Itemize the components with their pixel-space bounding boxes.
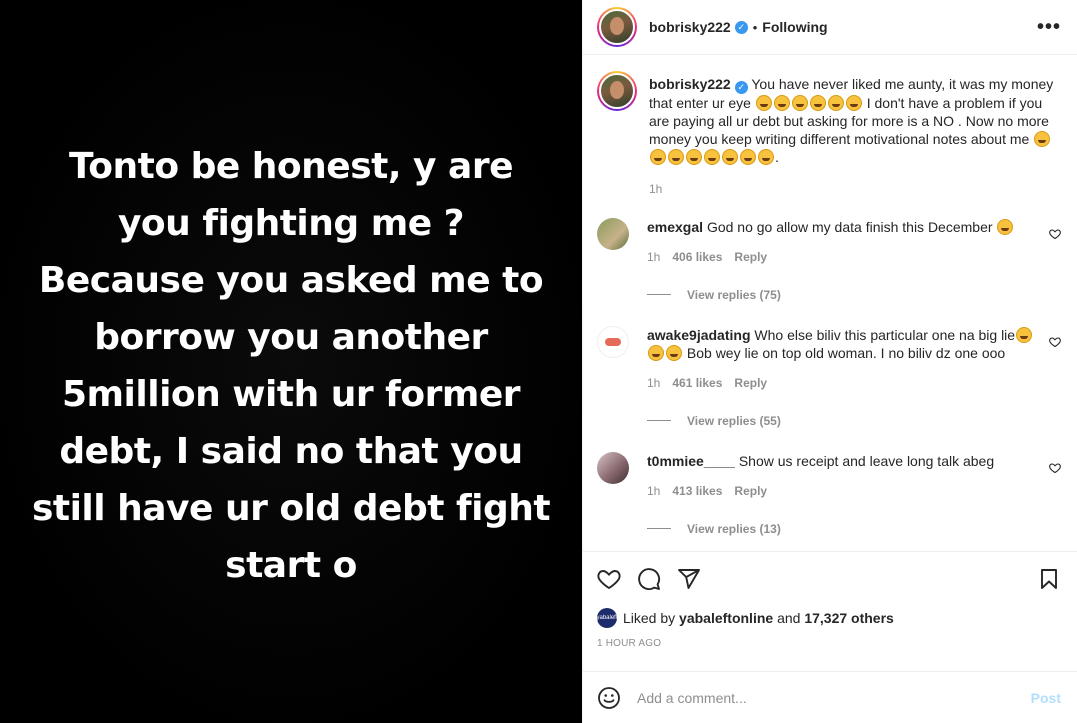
following-button[interactable]: Following [762,19,827,35]
add-comment-input[interactable] [637,689,1031,706]
view-replies-button[interactable]: View replies (13) [647,522,1061,536]
share-paper-plane-icon[interactable] [677,567,701,591]
comment-time[interactable]: 1h [647,248,660,266]
comment-username[interactable]: t0mmiee____ [647,453,735,469]
laughing-emoji-icon [755,94,863,111]
verified-badge-icon: ✓ [734,20,748,34]
add-comment-bar: Post [583,671,1077,723]
like-comment-heart-icon[interactable] [1049,228,1061,240]
more-options-icon[interactable]: ••• [1037,17,1061,37]
likes-summary: yabaleft Liked by yabaleftonline and 17,… [597,608,1061,628]
comment-text: God no go allow my data finish this Dece… [706,218,993,235]
author-avatar[interactable] [597,7,637,47]
post-caption: bobrisky222 ✓ You have never liked me aun… [597,71,1061,196]
verified-badge-icon: ✓ [734,80,748,94]
comment-bubble-icon[interactable] [637,567,661,591]
brand-logo-icon [605,337,621,346]
view-replies-button[interactable]: View replies (55) [647,414,1061,428]
comments-section[interactable]: bobrisky222 ✓ You have never liked me aun… [583,55,1077,551]
reply-button[interactable]: Reply [734,248,767,266]
comment-username[interactable]: awake9jadating [647,327,751,343]
post-sidebar: bobrisky222 ✓ • Following ••• bobrisky22… [582,0,1077,723]
post-comment-button[interactable]: Post [1031,690,1061,706]
like-heart-icon[interactable] [597,567,621,591]
commenter-avatar[interactable] [597,217,629,250]
comment-meta: 1h 413 likes Reply [647,482,1037,500]
comment-item: t0mmiee____ Show us receipt and leave lo… [597,451,1061,536]
post-image[interactable]: Tonto be honest, y are you fighting me ?… [0,0,582,723]
comment-meta: 1h 406 likes Reply [647,248,1037,266]
view-replies-label: View replies (75) [687,287,781,302]
comment-username[interactable]: emexgal [647,219,703,235]
save-bookmark-icon[interactable] [1037,567,1061,591]
action-icons [597,564,1061,594]
comment-time[interactable]: 1h [647,482,660,500]
post-actions: yabaleft Liked by yabaleftonline and 17,… [583,551,1077,671]
view-replies-button[interactable]: View replies (75) [647,288,1061,302]
comment-time[interactable]: 1h [647,374,660,392]
divider [647,528,671,529]
post-time-ago[interactable]: 1 HOUR AGO [597,638,1061,649]
caption-username[interactable]: bobrisky222 [649,76,731,92]
comment-likes[interactable]: 461 likes [672,374,722,392]
reply-button[interactable]: Reply [734,482,767,500]
caption-time: 1h [649,181,663,196]
liker-username[interactable]: yabaleftonline [679,610,773,626]
likes-middle: and [777,610,801,626]
caption-text-part3: . [775,148,779,165]
liker-avatar[interactable]: yabaleft [597,608,618,628]
likes-prefix: Liked by [623,610,676,626]
separator-dot: • [752,19,758,35]
likes-others-link[interactable]: 17,327 others [804,610,894,626]
laughing-emoji-icon [996,218,1014,235]
post-image-text: Tonto be honest, y are you fighting me ?… [31,145,551,586]
like-comment-heart-icon[interactable] [1049,336,1061,348]
comment-likes[interactable]: 413 likes [672,482,722,500]
like-comment-heart-icon[interactable] [1049,462,1061,474]
instagram-post-modal: Tonto be honest, y are you fighting me ?… [0,0,1077,723]
comment-text: Bob wey lie on top old woman. I no biliv… [686,344,1006,361]
reply-button[interactable]: Reply [734,374,767,392]
post-header: bobrisky222 ✓ • Following ••• [583,0,1077,55]
comment-item: awake9jadating Who else biliv this parti… [597,325,1061,428]
author-username[interactable]: bobrisky222 [649,19,731,35]
comment-text: Who else biliv this particular one na bi… [754,326,1016,343]
view-replies-label: View replies (13) [687,521,781,536]
view-replies-label: View replies (55) [687,413,781,428]
divider [647,420,671,421]
comment-text: Show us receipt and leave long talk abeg [738,452,995,469]
comment-item: emexgal God no go allow my data finish t… [597,217,1061,302]
caption-author-avatar[interactable] [597,71,637,111]
comment-likes[interactable]: 406 likes [672,248,722,266]
commenter-avatar[interactable] [597,325,629,358]
commenter-avatar[interactable] [597,451,629,484]
divider [647,294,671,295]
comment-meta: 1h 461 likes Reply [647,374,1037,392]
emoji-smiley-icon[interactable] [597,686,621,710]
